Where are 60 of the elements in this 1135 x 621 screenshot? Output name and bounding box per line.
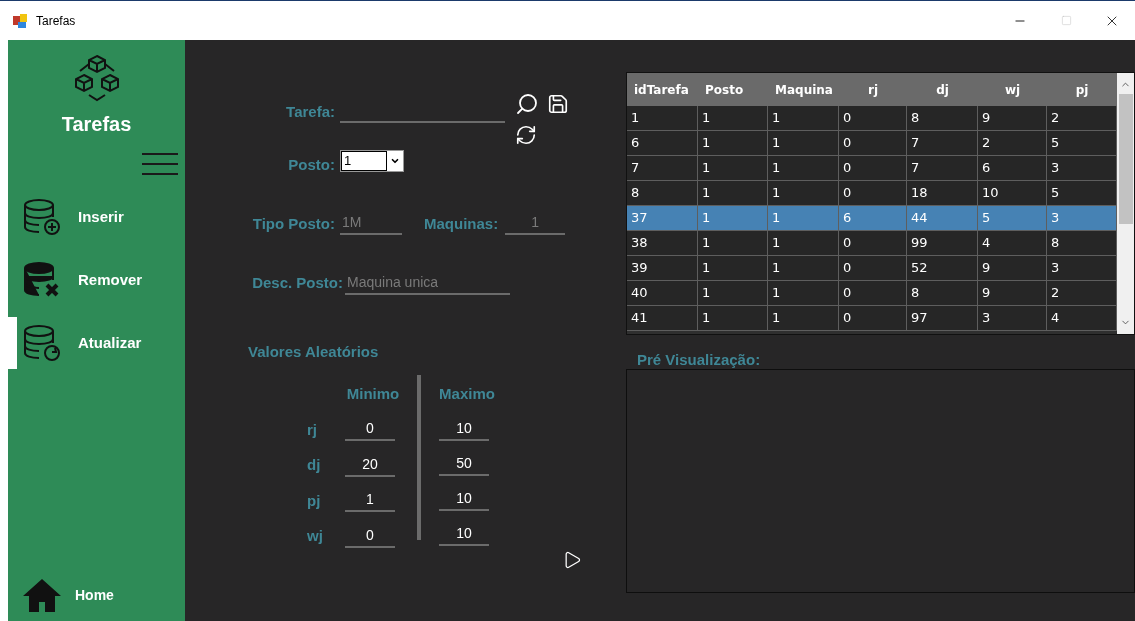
column-header[interactable]: idTarefa (627, 80, 698, 99)
database-refresh-icon (22, 323, 62, 363)
scrollbar[interactable] (1117, 73, 1134, 334)
table-row[interactable]: 1 1 1 0 8 9 2 (627, 106, 1117, 131)
column-header[interactable]: Maquina (768, 80, 839, 99)
table-cell: 41 (627, 306, 698, 331)
menu-icon[interactable] (142, 151, 178, 177)
column-header[interactable]: pj (1047, 80, 1117, 99)
column-header[interactable]: rj (839, 80, 907, 99)
table-row[interactable]: 7 1 1 0 7 6 3 (627, 156, 1117, 181)
table-row[interactable]: 39 1 1 0 52 9 3 (627, 256, 1117, 281)
preview-label: Pré Visualização: (637, 351, 762, 369)
tarefa-label: Tarefa: (285, 101, 336, 122)
window-title: Tarefas (36, 12, 76, 30)
table-cell: 0 (839, 306, 907, 331)
sidebar-title: Tarefas (60, 112, 133, 137)
search-icon[interactable] (515, 92, 539, 116)
posto-label: Posto: (287, 155, 336, 175)
desc-posto-field[interactable]: Maquina unica (345, 272, 510, 295)
row-label: rj (306, 419, 318, 440)
column-header[interactable]: wj (978, 80, 1047, 99)
sidebar-item[interactable]: Remover (8, 254, 185, 306)
database-plus-icon (22, 197, 62, 237)
home-button[interactable]: Home (22, 577, 185, 613)
max-field[interactable]: 50 (439, 453, 489, 476)
min-field[interactable]: 20 (345, 454, 395, 477)
min-field[interactable]: 1 (345, 490, 395, 512)
table-row[interactable]: 38 1 1 0 99 4 8 (627, 231, 1117, 256)
table-cell: 3 (978, 306, 1047, 331)
desc-posto-label: Desc. Posto: (251, 273, 344, 293)
max-field[interactable]: 10 (439, 418, 489, 441)
posto-dropdown[interactable]: 1 (340, 150, 404, 173)
home-icon (22, 577, 62, 613)
min-field[interactable]: 0 (345, 525, 395, 548)
table-row[interactable]: 37 1 1 6 44 5 3 (627, 206, 1117, 231)
column-header: Minimo (345, 384, 401, 404)
row-label: pj (306, 490, 322, 511)
tipo-posto-field[interactable]: 1M (340, 213, 402, 235)
row-label: dj (306, 455, 322, 475)
table-row[interactable]: 8 1 1 0 18 10 5 (627, 181, 1117, 206)
max-field[interactable]: 10 (439, 523, 489, 546)
max-field[interactable]: 10 (439, 488, 489, 511)
maquinas-label: Maquinas: (424, 213, 499, 234)
table-row[interactable]: 40 1 1 0 8 9 2 (627, 281, 1117, 306)
save-icon[interactable] (547, 92, 569, 116)
tipo-posto-label: Tipo Posto: (251, 213, 336, 234)
row-label: wj (306, 526, 324, 546)
column-header[interactable]: Posto (698, 80, 768, 99)
table-cell: 1 (768, 306, 839, 331)
min-field[interactable]: 0 (345, 419, 395, 441)
app-icon (12, 12, 28, 29)
section-title: Valores Aleatórios (248, 341, 380, 362)
table-cell: 97 (907, 306, 978, 331)
column-header[interactable]: dj (907, 80, 978, 99)
maquinas-field[interactable]: 1 (505, 213, 566, 235)
column-header: Maximo (438, 384, 496, 404)
table-row[interactable]: 6 1 1 0 7 2 5 (627, 131, 1117, 156)
table-cell: 1 (698, 306, 768, 331)
table-row[interactable]: 41 1 1 0 97 3 4 (627, 306, 1117, 331)
sidebar-item[interactable]: Inserir (8, 191, 185, 243)
